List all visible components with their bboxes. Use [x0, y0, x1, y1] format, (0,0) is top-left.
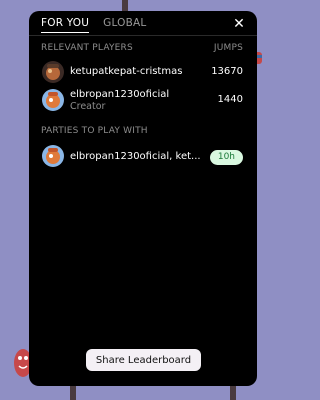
player-role: Creator	[70, 101, 106, 112]
avatar	[42, 145, 64, 167]
relevant-players-heading: RELEVANT PLAYERS	[41, 43, 133, 53]
player-name: elbropan1230oficial	[70, 89, 170, 100]
player-row[interactable]: ketupatkepat-cristmas 13670	[41, 60, 245, 86]
avatar	[42, 89, 64, 111]
player-row[interactable]: elbropan1230oficial Creator 1440	[41, 88, 245, 114]
party-row[interactable]: elbropan1230oficial, ket... 10h	[41, 144, 245, 170]
divider	[29, 35, 257, 36]
tab-global[interactable]: GLOBAL	[103, 17, 146, 33]
tab-bar: FOR YOU GLOBAL	[41, 17, 146, 33]
player-score: 1440	[217, 94, 243, 105]
share-leaderboard-button[interactable]: Share Leaderboard	[86, 349, 201, 371]
avatar	[42, 61, 64, 83]
tab-for-you[interactable]: FOR YOU	[41, 17, 90, 33]
avatar-icon	[42, 89, 64, 111]
parties-heading: PARTIES TO PLAY WITH	[41, 126, 148, 136]
avatar-icon	[42, 145, 64, 167]
leaderboard-panel: FOR YOU GLOBAL ✕ RELEVANT PLAYERS JUMPS …	[29, 11, 257, 386]
avatar-icon	[42, 61, 64, 83]
time-badge: 10h	[209, 150, 243, 165]
player-name: ketupatkepat-cristmas	[70, 66, 183, 77]
close-icon[interactable]: ✕	[231, 16, 247, 32]
party-name: elbropan1230oficial, ket...	[70, 151, 201, 162]
player-score: 13670	[211, 66, 243, 77]
jumps-column-heading: JUMPS	[213, 43, 243, 53]
